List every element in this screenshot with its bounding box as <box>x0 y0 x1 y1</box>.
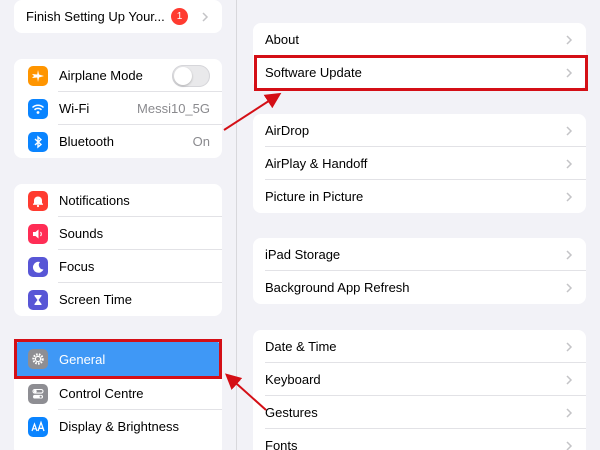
settings-row-fonts[interactable]: Fonts <box>253 429 586 450</box>
settings-row-label: Gestures <box>265 405 318 420</box>
chevron-right-icon <box>566 440 573 450</box>
settings-row-date-time[interactable]: Date & Time <box>253 330 586 363</box>
settings-row-label: AirDrop <box>265 123 310 138</box>
bluetooth-icon <box>28 131 48 152</box>
gear-icon <box>28 349 48 369</box>
sidebar-item-bluetooth[interactable]: Bluetooth On <box>14 125 222 158</box>
chevron-right-icon <box>566 282 573 293</box>
chevron-right-icon <box>566 67 573 78</box>
bluetooth-status-value: On <box>192 134 210 149</box>
settings-row-label: iPad Storage <box>265 247 341 262</box>
sidebar-item-sounds[interactable]: Sounds <box>14 217 222 250</box>
chevron-right-icon <box>566 374 573 385</box>
settings-row-picture-in-picture[interactable]: Picture in Picture <box>253 180 586 213</box>
bell-icon <box>28 190 48 211</box>
sidebar-item-display-brightness[interactable]: Display & Brightness <box>14 410 222 443</box>
settings-row-label: Software Update <box>265 65 362 80</box>
settings-row-airdrop[interactable]: AirDrop <box>253 114 586 147</box>
moon-icon <box>28 256 48 277</box>
sidebar-item-label: Display & Brightness <box>59 419 179 434</box>
settings-row-label: Keyboard <box>265 372 321 387</box>
settings-row-label: Picture in Picture <box>265 189 364 204</box>
settings-row-label: AirPlay & Handoff <box>265 156 368 171</box>
sidebar-item-label: General <box>59 351 106 367</box>
sidebar-item-notifications[interactable]: Notifications <box>14 184 222 217</box>
settings-row-airplay-handoff[interactable]: AirPlay & Handoff <box>253 147 586 180</box>
settings-row-ipad-storage[interactable]: iPad Storage <box>253 238 586 271</box>
settings-row-label: Fonts <box>265 438 298 450</box>
sidebar-item-label: Wi-Fi <box>59 101 90 116</box>
connectivity-features-group: AirDrop AirPlay & Handoff Picture in Pic… <box>253 114 586 213</box>
chevron-right-icon <box>566 125 573 136</box>
settings-row-keyboard[interactable]: Keyboard <box>253 363 586 396</box>
speaker-icon <box>28 223 48 244</box>
sidebar-item-label: Sounds <box>59 226 104 241</box>
system-group: General Control Centre Display & Brightn… <box>14 341 222 450</box>
airplane-mode-toggle[interactable] <box>172 65 210 87</box>
chevron-right-icon <box>566 341 573 352</box>
sidebar-item-screen-time[interactable]: Screen Time <box>14 283 222 316</box>
general-settings-pane: About Software Update AirDrop AirPlay & … <box>237 0 600 450</box>
chevron-right-icon <box>202 11 209 22</box>
chevron-right-icon <box>566 407 573 418</box>
sidebar-item-label: Focus <box>59 259 95 274</box>
toggle-knob <box>174 67 192 85</box>
chevron-right-icon <box>566 158 573 169</box>
settings-row-gestures[interactable]: Gestures <box>253 396 586 429</box>
sidebar-item-general[interactable]: General <box>14 341 222 377</box>
chevron-right-icon <box>566 191 573 202</box>
wifi-network-value: Messi10_5G <box>137 101 210 116</box>
settings-row-about[interactable]: About <box>253 23 586 56</box>
airplane-icon <box>28 65 48 86</box>
input-group: Date & Time Keyboard Gestures Fonts <box>253 330 586 450</box>
sidebar-item-control-centre[interactable]: Control Centre <box>14 377 222 410</box>
sidebar-item-label: Airplane Mode <box>59 68 143 83</box>
wifi-icon <box>28 98 48 119</box>
settings-row-label: About <box>265 32 299 47</box>
sidebar-item-label: Control Centre <box>59 386 144 401</box>
sidebar-item-label: Screen Time <box>59 292 132 307</box>
settings-sidebar: Finish Setting Up Your... 1 Airplane Mod… <box>0 0 236 450</box>
hourglass-icon <box>28 289 48 310</box>
storage-group: iPad Storage Background App Refresh <box>253 238 586 304</box>
settings-row-background-app-refresh[interactable]: Background App Refresh <box>253 271 586 304</box>
text-size-icon <box>28 416 48 437</box>
chevron-right-icon <box>566 34 573 45</box>
sidebar-item-wifi[interactable]: Wi-Fi Messi10_5G <box>14 92 222 125</box>
chevron-right-icon <box>566 249 573 260</box>
sidebar-item-label: Notifications <box>59 193 130 208</box>
finish-setup-item[interactable]: Finish Setting Up Your... 1 <box>14 0 222 33</box>
settings-row-label: Date & Time <box>265 339 337 354</box>
settings-row-label: Background App Refresh <box>265 280 410 295</box>
notification-badge: 1 <box>171 8 188 25</box>
sidebar-item-label: Bluetooth <box>59 134 114 149</box>
sidebar-item-focus[interactable]: Focus <box>14 250 222 283</box>
settings-row-software-update[interactable]: Software Update <box>253 56 586 89</box>
switches-icon <box>28 383 48 404</box>
setup-group: Finish Setting Up Your... 1 <box>14 0 222 33</box>
connectivity-group: Airplane Mode Wi-Fi Messi10_5G Bluetooth… <box>14 59 222 158</box>
finish-setup-label: Finish Setting Up Your... <box>26 9 165 24</box>
about-group: About Software Update <box>253 23 586 89</box>
notifications-group: Notifications Sounds Focus Screen Time <box>14 184 222 316</box>
sidebar-item-airplane-mode[interactable]: Airplane Mode <box>14 59 222 92</box>
